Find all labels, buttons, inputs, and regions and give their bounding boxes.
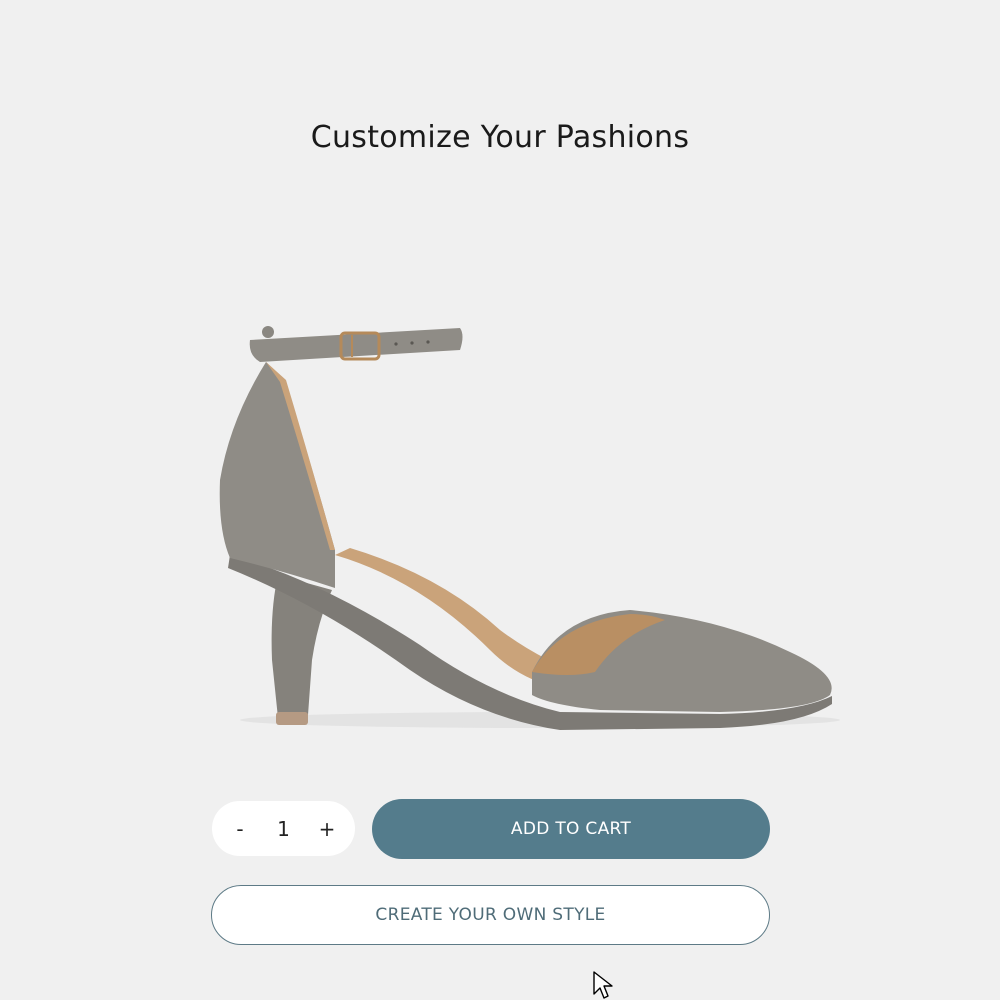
create-own-style-button[interactable]: CREATE YOUR OWN STYLE [211, 885, 770, 945]
heel-counter [219, 362, 335, 588]
strap-hole [394, 342, 398, 346]
quantity-value[interactable]: 1 [269, 817, 299, 841]
increment-button[interactable]: + [309, 811, 345, 847]
strap-rivet [262, 326, 274, 338]
quantity-stepper: - 1 + [212, 801, 355, 856]
decrement-button[interactable]: - [222, 811, 258, 847]
page-title: Customize Your Pashions [310, 120, 690, 156]
product-image [219, 326, 840, 730]
add-to-cart-button[interactable]: ADD TO CART [372, 799, 770, 859]
heel-tip [276, 712, 308, 725]
strap-hole [426, 340, 430, 344]
strap-hole [410, 341, 414, 345]
product-page: Customize Your Pashions - 1 + ADD TO CAR… [0, 0, 1000, 1000]
mouse-cursor-icon [593, 971, 613, 999]
